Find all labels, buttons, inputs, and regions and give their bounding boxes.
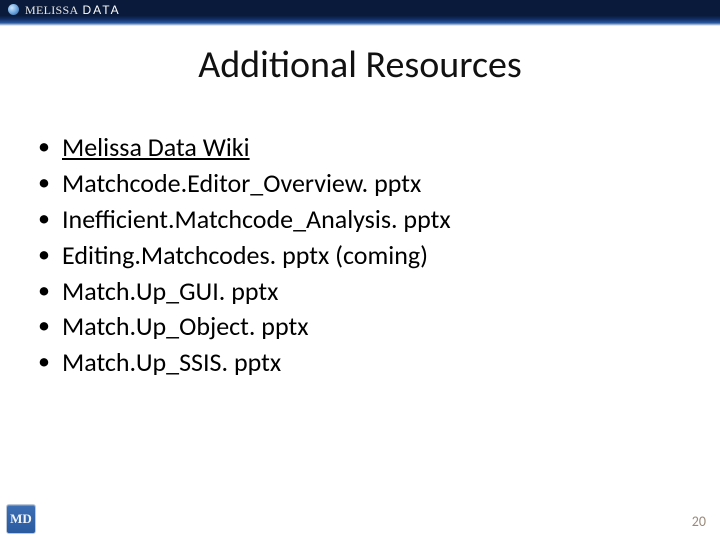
list-item: Matchcode.Editor_Overview. pptx [34, 166, 451, 202]
footer-md-icon-text: MD [10, 511, 32, 527]
list-item: Editing.Matchcodes. pptx (coming) [34, 238, 451, 274]
logo: MELISSA DATA [8, 3, 121, 18]
list-item-link[interactable]: Melissa Data Wiki [62, 131, 250, 163]
list-item: Match.Up_GUI. pptx [34, 274, 451, 310]
list-item: Melissa Data Wiki [34, 130, 451, 166]
list-item: Inefficient.Matchcode_Analysis. pptx [34, 202, 451, 238]
header-bar: MELISSA DATA [0, 0, 720, 26]
list-item-text: Match.Up_SSIS. pptx [62, 346, 281, 378]
logo-text-melissa: MELISSA [25, 3, 78, 18]
logo-text-data: DATA [82, 3, 120, 17]
footer-md-icon: MD [6, 504, 36, 534]
list-item: Match.Up_SSIS. pptx [34, 345, 451, 381]
page-number: 20 [692, 513, 706, 530]
list-item-text: Match.Up_Object. pptx [62, 310, 308, 342]
list-item-text: Inefficient.Matchcode_Analysis. pptx [62, 203, 451, 235]
slide-title: Additional Resources [0, 42, 720, 88]
bullet-list: Melissa Data Wiki Matchcode.Editor_Overv… [34, 130, 451, 381]
logo-globe-icon [8, 4, 19, 15]
list-item-text: Matchcode.Editor_Overview. pptx [62, 167, 421, 199]
list-item-text: Match.Up_GUI. pptx [62, 275, 278, 307]
list-item: Match.Up_Object. pptx [34, 309, 451, 345]
list-item-text: Editing.Matchcodes. pptx (coming) [62, 239, 428, 271]
